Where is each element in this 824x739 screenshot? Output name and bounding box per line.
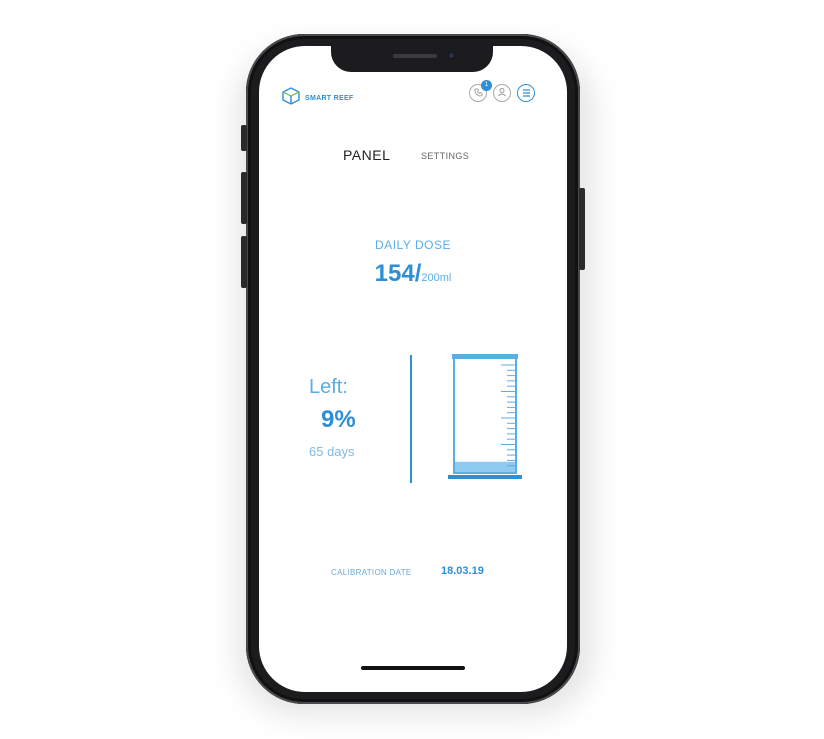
container-rim <box>452 354 518 359</box>
brand-name: SMART REEF <box>305 95 354 102</box>
mute-switch <box>241 125 247 151</box>
user-icon <box>497 84 507 102</box>
calibration-date-label: CALIBRATION DATE <box>331 568 412 577</box>
fluid-container-svg <box>448 354 522 479</box>
home-indicator[interactable] <box>361 666 465 670</box>
left-days: 65 days <box>309 444 355 459</box>
notch <box>331 46 493 72</box>
tab-panel[interactable]: PANEL <box>343 147 390 163</box>
speaker-grille <box>393 54 437 58</box>
menu-icon <box>522 84 531 102</box>
container-outline <box>453 356 517 474</box>
calibration-date-value: 18.03.19 <box>441 565 484 577</box>
daily-dose-current: 154/ <box>374 260 422 287</box>
daily-dose-value: 154/200ml <box>259 260 567 288</box>
power-button <box>579 188 585 270</box>
phone-button[interactable]: 1 <box>469 80 492 102</box>
daily-dose-total: 200ml <box>421 272 452 284</box>
left-percent: 9% <box>321 406 356 433</box>
fluid-container-gauge <box>445 351 525 488</box>
vertical-divider <box>410 355 412 483</box>
volume-down-button <box>241 236 247 288</box>
container-fill-level <box>455 461 515 472</box>
menu-button[interactable] <box>517 84 535 102</box>
volume-up-button <box>241 172 247 224</box>
cube-logo-icon <box>281 87 301 110</box>
phone-screen: SMART REEF 1 PANEL SETTINGS DAILY DOSE 1… <box>259 46 567 692</box>
header-actions: 1 <box>469 80 535 102</box>
tab-settings[interactable]: SETTINGS <box>421 151 469 161</box>
container-base <box>448 475 522 479</box>
left-label: Left: <box>309 376 348 398</box>
notification-badge: 1 <box>481 80 492 91</box>
profile-button[interactable] <box>493 84 511 102</box>
brand-logo[interactable]: SMART REEF <box>281 87 354 110</box>
front-camera <box>447 51 456 60</box>
daily-dose-label: DAILY DOSE <box>375 238 451 252</box>
